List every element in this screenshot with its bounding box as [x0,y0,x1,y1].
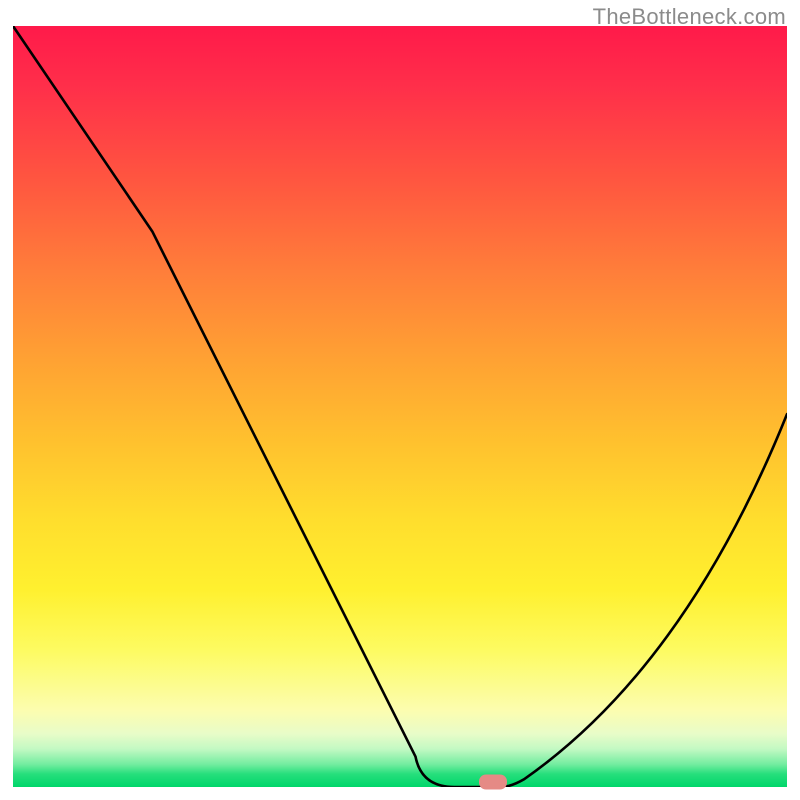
bottleneck-chart: TheBottleneck.com [0,0,800,800]
bottleneck-curve-path [13,26,787,787]
curve-svg [13,26,787,787]
optimum-marker [479,775,507,790]
plot-area [13,26,787,787]
